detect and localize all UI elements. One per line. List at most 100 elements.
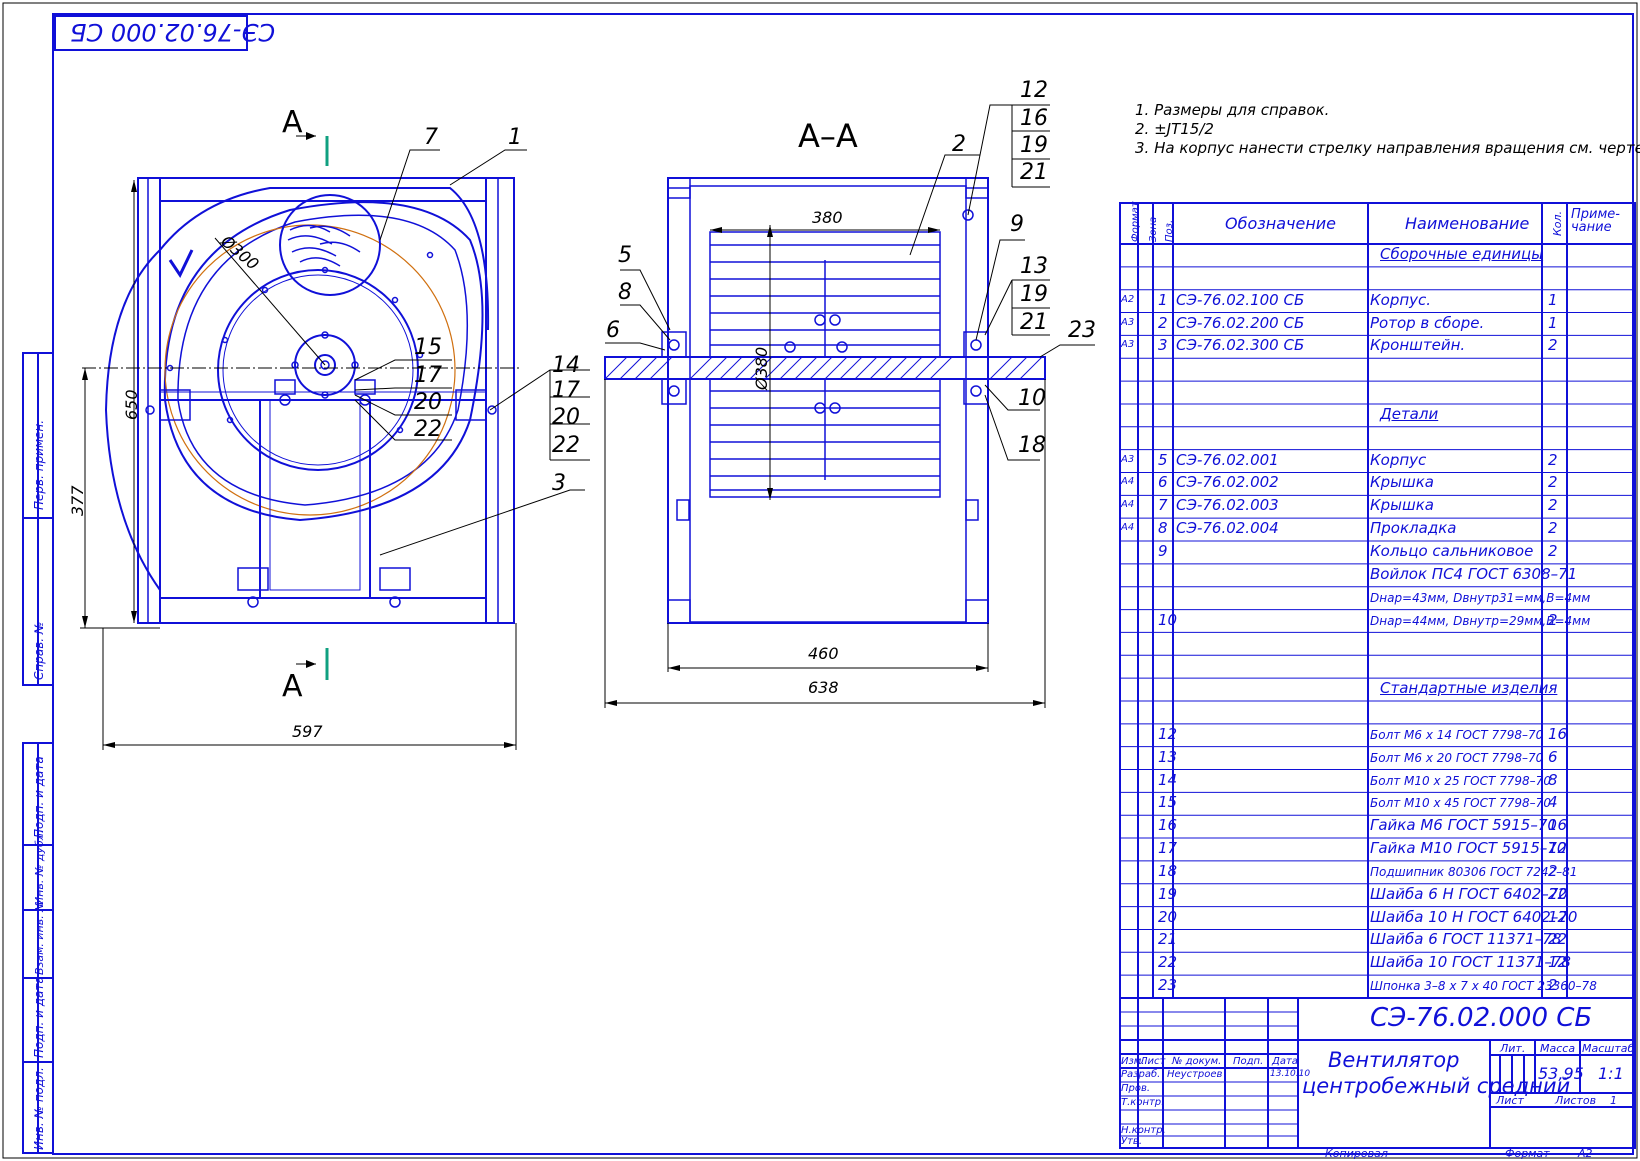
spec-row-pos: 20 (1158, 907, 1178, 926)
note-3: 3. На корпус нанести стрелку направления… (1135, 139, 1640, 157)
spec-row-name: Болт М6 х 14 ГОСТ 7798–70 (1370, 727, 1544, 742)
spec-row-format: А4 (1121, 522, 1135, 534)
spec-row-name: Подшипник 80306 ГОСТ 7242–81 (1370, 864, 1578, 879)
spec-row-qty: 12 (1548, 839, 1568, 858)
spec-row-qty: 1 (1548, 313, 1558, 332)
tb-scale-value: 1:1 (1598, 1064, 1624, 1083)
spec-row-pos: 14 (1158, 770, 1178, 789)
sec-callout-18: 18 (1018, 433, 1046, 458)
sec-callout-21a: 21 (1020, 160, 1048, 185)
spec-row-qty: 2 (1548, 976, 1558, 995)
format-label: Формат (1505, 1147, 1550, 1160)
spec-row-designation: СЭ-76.02.003 (1176, 496, 1279, 515)
spec-row-designation: СЭ-76.02.002 (1176, 473, 1279, 492)
callout-15: 15 (414, 335, 442, 360)
format-value: А2 (1578, 1147, 1593, 1160)
hdr-name: Наименование (1405, 214, 1530, 233)
spec-row-name: Болт М10 х 25 ГОСТ 7798–70 (1370, 773, 1551, 788)
hdr-note: Приме- чание (1571, 207, 1620, 235)
tb-document-code: СЭ-76.02.000 СБ (1370, 1003, 1593, 1033)
section-title: А–А (798, 117, 858, 155)
tb-massa: Масса (1540, 1042, 1576, 1055)
copied-label: Копировал (1325, 1147, 1388, 1160)
spec-row-designation: СЭ-76.02.200 СБ (1176, 313, 1305, 332)
spec-row-section-name: Детали (1380, 404, 1439, 423)
sec-callout-6: 6 (606, 318, 620, 343)
callout-7: 7 (424, 125, 438, 150)
spec-row-format: А2 (1121, 293, 1135, 305)
hdr-qty: Кол. (1551, 210, 1564, 236)
spec-row-name: Dнар=43мм, Dвнутр31=мм,В=4мм (1370, 590, 1591, 605)
callout-1: 1 (508, 125, 522, 150)
section-mark-bottom: А (282, 669, 303, 704)
spec-row-designation: СЭ-76.02.001 (1176, 450, 1279, 469)
spec-row-name: Крышка (1370, 496, 1434, 515)
spec-row-name: Гайка М6 ГОСТ 5915–70 (1370, 816, 1557, 835)
spec-row-pos: 15 (1158, 793, 1178, 812)
spec-row-qty: 2 (1548, 450, 1558, 469)
dim-diameter-380: Ø380 (752, 346, 771, 390)
dim-377: 377 (68, 485, 87, 516)
spec-row-name: Болт М6 х 20 ГОСТ 7798–70 (1370, 750, 1544, 765)
tb-lit: Лит. (1500, 1042, 1526, 1055)
spec-row-format: А3 (1121, 316, 1135, 328)
tb-developer: Неустроев (1167, 1069, 1223, 1080)
tb-utv: Утв. (1121, 1136, 1142, 1147)
sec-callout-19b: 19 (1020, 282, 1048, 307)
spec-row-pos: 16 (1158, 816, 1178, 835)
strip-label-podp-data-1: Подп. и дата (32, 756, 46, 838)
spec-row-qty: 12 (1548, 907, 1568, 926)
tb-title-line2: центробежный средний (1302, 1074, 1571, 1098)
spec-row-name: Корпус (1370, 450, 1427, 469)
strip-label-perv-primen: Перв. примен. (32, 419, 46, 510)
tb-list: Лист (1140, 1056, 1166, 1067)
spec-row-qty: 22 (1548, 930, 1568, 949)
sec-callout-9: 9 (1010, 212, 1024, 237)
sec-callout-10: 10 (1018, 386, 1046, 411)
tb-mass-value: 53,95 (1538, 1064, 1584, 1083)
spec-row-name: Войлок ПС4 ГОСТ 6308–71 (1370, 564, 1578, 583)
tb-sheets: Листов (1555, 1094, 1597, 1107)
callout-3: 3 (552, 471, 566, 496)
spec-row-format: А3 (1121, 453, 1135, 465)
diameter-300: Ø300 (217, 231, 263, 274)
tb-sheet: Лист (1496, 1094, 1524, 1107)
spec-row-designation: СЭ-76.02.300 СБ (1176, 336, 1305, 355)
tb-nkontr: Н.контр. (1121, 1125, 1166, 1136)
spec-row-name: Кронштейн. (1370, 336, 1466, 355)
tb-podp: Подп. (1233, 1056, 1264, 1067)
hdr-designation: Обозначение (1225, 214, 1337, 233)
note-1: 1. Размеры для справок. (1135, 101, 1330, 119)
section-mark-top: А (282, 105, 303, 140)
callout-20a: 20 (414, 390, 442, 415)
dim-380-top: 380 (812, 208, 843, 227)
spec-row-qty: 16 (1548, 724, 1568, 743)
spec-row-qty: 16 (1548, 816, 1568, 835)
tb-razrab: Разраб. (1121, 1069, 1161, 1080)
spec-row-qty: 8 (1548, 770, 1558, 789)
tb-prov: Пров. (1121, 1083, 1151, 1094)
strip-label-inv-dubl: Инв. № дубл. (33, 829, 46, 905)
spec-row-name: Шайба 10 Н ГОСТ 6402–70 (1370, 907, 1578, 926)
dim-650: 650 (122, 389, 141, 420)
spec-row-qty: 12 (1548, 953, 1568, 972)
spec-row-name: Гайка М10 ГОСТ 5915–70 (1370, 839, 1567, 858)
sec-callout-23: 23 (1068, 318, 1096, 343)
spec-row-qty: 2 (1548, 861, 1558, 880)
spec-row-pos: 23 (1158, 976, 1178, 995)
spec-row-name: Крышка (1370, 473, 1434, 492)
callout-22b: 22 (552, 433, 580, 458)
spec-row-qty: 1 (1548, 290, 1558, 309)
spec-row-pos: 10 (1158, 610, 1178, 629)
callout-20b: 20 (552, 405, 580, 430)
sec-callout-2: 2 (952, 132, 966, 157)
callout-14: 14 (552, 353, 580, 378)
top-stamp-text: СЭ-76.02.000 СБ (70, 18, 276, 46)
spec-row-name: Шайба 6 ГОСТ 11371–78 (1370, 930, 1562, 949)
tb-title-line1: Вентилятор (1328, 1048, 1460, 1072)
spec-row-format: А4 (1121, 476, 1135, 488)
sec-callout-12: 12 (1020, 78, 1048, 103)
callout-22a: 22 (414, 417, 442, 442)
spec-row-qty: 4 (1548, 793, 1558, 812)
spec-row-name: Кольцо сальниковое (1370, 542, 1534, 561)
